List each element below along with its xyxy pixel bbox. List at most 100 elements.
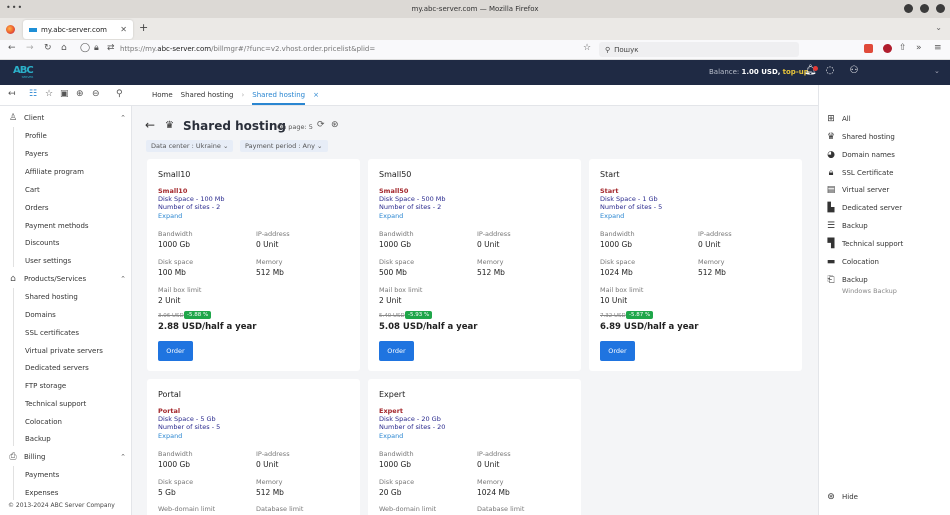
- ip-label: IP-address: [256, 450, 290, 458]
- chevron-up-icon[interactable]: ⌃: [120, 453, 126, 461]
- tab-list-icon[interactable]: ⌄: [935, 23, 942, 32]
- category-domain-names[interactable]: ◕ Domain names: [826, 150, 895, 160]
- category-label: Domain names: [842, 151, 895, 159]
- sidebar-item-expenses[interactable]: Expenses: [25, 489, 58, 497]
- category-ssl[interactable]: 🔒︎ SSL Certificate: [826, 168, 894, 178]
- chevron-down-icon[interactable]: ⌄: [934, 67, 940, 75]
- zoom-out-icon[interactable]: ⊖: [92, 89, 100, 99]
- category-dedicated-server[interactable]: ▙ Dedicated server: [826, 203, 903, 213]
- chevron-up-icon[interactable]: ⌃: [120, 275, 126, 283]
- tab-shared-hosting[interactable]: Shared hosting: [252, 91, 306, 105]
- chevron-down-icon[interactable]: ⌄: [466, 323, 472, 331]
- sidebar-item-tech-support[interactable]: Technical support: [25, 400, 86, 408]
- expand-link[interactable]: Expand: [379, 212, 403, 220]
- expand-link[interactable]: Expand: [158, 212, 182, 220]
- gmail-extension-icon[interactable]: [864, 44, 873, 53]
- expand-link[interactable]: Expand: [158, 432, 182, 440]
- plan-desc-disk: Disk Space - 20 Gb: [379, 415, 441, 423]
- category-windows-backup[interactable]: ⎗ Backup: [826, 275, 867, 285]
- back-icon[interactable]: ↤: [8, 89, 16, 99]
- lock-icon[interactable]: 🔒︎: [94, 43, 99, 53]
- logo[interactable]: ABC SERVER: [13, 66, 42, 80]
- category-backup[interactable]: ☰ Backup: [826, 221, 868, 231]
- zoom-in-icon[interactable]: ⊕: [76, 89, 84, 99]
- sidebar-section-billing[interactable]: ⎙ Billing ⌃: [8, 452, 126, 462]
- hamburger-menu-icon[interactable]: ≡: [934, 43, 942, 53]
- back-arrow-icon[interactable]: ←: [145, 118, 155, 132]
- briefcase-icon[interactable]: ▣: [60, 89, 69, 99]
- category-colocation[interactable]: ▬ Colocation: [826, 257, 879, 267]
- sidebar-item-payment-methods[interactable]: Payment methods: [25, 222, 89, 230]
- sidebar-item-backup[interactable]: Backup: [25, 435, 51, 443]
- expand-link[interactable]: Expand: [600, 212, 624, 220]
- sidebar-item-vps[interactable]: Virtual private servers: [25, 347, 103, 355]
- permissions-icon[interactable]: ⇄: [107, 43, 115, 53]
- hide-arrow-icon: ⊛: [827, 492, 835, 502]
- sidebar-item-discounts[interactable]: Discounts: [25, 239, 59, 247]
- category-virtual-server[interactable]: ▤ Virtual server: [826, 185, 890, 195]
- share-icon[interactable]: ⇧: [899, 43, 907, 53]
- support-chat-icon[interactable]: ◌: [824, 65, 836, 77]
- window-menu-icon[interactable]: •••: [6, 3, 23, 12]
- order-button[interactable]: Order: [158, 341, 193, 361]
- refresh-icon[interactable]: ⟳: [317, 120, 325, 130]
- browser-search-input[interactable]: ⚲ Пошук: [599, 42, 799, 57]
- price[interactable]: 5.08 USD/half a year: [379, 322, 477, 332]
- sidebar-item-cart[interactable]: Cart: [25, 186, 40, 194]
- breadcrumb-shared-hosting[interactable]: Shared hosting: [181, 91, 234, 105]
- plan-card-expert: Expert Expert Disk Space - 20 Gb Number …: [368, 379, 581, 515]
- chevron-down-icon[interactable]: ⌄: [245, 323, 251, 331]
- sidebar-item-dedicated[interactable]: Dedicated servers: [25, 364, 89, 372]
- category-technical-support[interactable]: ▜ Technical support: [826, 239, 904, 249]
- maximize-icon[interactable]: [920, 4, 929, 13]
- category-shared-hosting[interactable]: ♛ Shared hosting: [826, 132, 895, 142]
- globe-icon[interactable]: ⊛: [331, 120, 339, 130]
- browser-tab[interactable]: my.abc-server.com ✕: [23, 20, 133, 39]
- category-all[interactable]: ⊞ All: [826, 114, 850, 124]
- expand-link[interactable]: Expand: [379, 432, 403, 440]
- chevron-down-icon[interactable]: ⌄: [687, 323, 693, 331]
- sidebar-item-shared-hosting[interactable]: Shared hosting: [25, 293, 78, 301]
- sidebar-item-user-settings[interactable]: User settings: [25, 257, 71, 265]
- minimize-icon[interactable]: [904, 4, 913, 13]
- order-button[interactable]: Order: [600, 341, 635, 361]
- sidebar-item-profile[interactable]: Profile: [25, 132, 47, 140]
- sidebar-item-domains[interactable]: Domains: [25, 311, 56, 319]
- filter-payment-period[interactable]: Payment period : Any ⌄: [240, 140, 328, 152]
- bookmark-star-icon[interactable]: ☆: [583, 43, 591, 53]
- sidebar-item-payers[interactable]: Payers: [25, 150, 48, 158]
- sidebar-item-ssl[interactable]: SSL certificates: [25, 329, 79, 337]
- sidebar-item-orders[interactable]: Orders: [25, 204, 49, 212]
- order-button[interactable]: Order: [379, 341, 414, 361]
- favorite-star-icon[interactable]: ☆: [45, 89, 53, 99]
- chevron-up-icon[interactable]: ⌃: [120, 114, 126, 122]
- sidebar-section-products[interactable]: ⌂ Products/Services ⌃: [8, 274, 126, 284]
- close-tab-icon[interactable]: ✕: [120, 25, 127, 34]
- home-icon[interactable]: ⌂: [61, 43, 67, 53]
- reload-icon[interactable]: ↻: [44, 43, 52, 53]
- close-window-icon[interactable]: [936, 4, 945, 13]
- sidebar-item-ftp[interactable]: FTP storage: [25, 382, 66, 390]
- sidebar-item-affiliate[interactable]: Affiliate program: [25, 168, 84, 176]
- on-page-count[interactable]: On page: 5: [277, 123, 313, 131]
- search-icon[interactable]: ⚲: [116, 89, 123, 99]
- sidebar-item-colocation[interactable]: Colocation: [25, 418, 62, 426]
- tree-menu-icon[interactable]: ☷: [29, 89, 37, 99]
- new-tab-button[interactable]: +: [139, 21, 148, 34]
- price[interactable]: 2.88 USD/half a year: [158, 322, 256, 332]
- overflow-icon[interactable]: »: [916, 43, 922, 53]
- sidebar-item-payments[interactable]: Payments: [25, 471, 59, 479]
- close-tab-icon[interactable]: ×: [313, 91, 319, 105]
- url-bar[interactable]: https://my.abc-server.com/billmgr#/?func…: [120, 45, 375, 53]
- filter-data-center[interactable]: Data center : Ukraine ⌄: [146, 140, 234, 152]
- user-account-icon[interactable]: ⚇: [848, 65, 860, 77]
- sidebar-section-client[interactable]: ♙ Client ⌃: [8, 113, 126, 123]
- back-icon[interactable]: ←: [8, 43, 16, 53]
- shield-icon[interactable]: ◯: [80, 43, 90, 53]
- hide-sidebar-button[interactable]: ⊛ Hide: [826, 492, 858, 502]
- plan-desc-sites: Number of sites - 2: [379, 203, 442, 211]
- breadcrumb-home[interactable]: Home: [152, 91, 173, 105]
- forward-icon[interactable]: →: [26, 43, 34, 53]
- extension-icon[interactable]: [883, 44, 892, 53]
- price[interactable]: 6.89 USD/half a year: [600, 322, 698, 332]
